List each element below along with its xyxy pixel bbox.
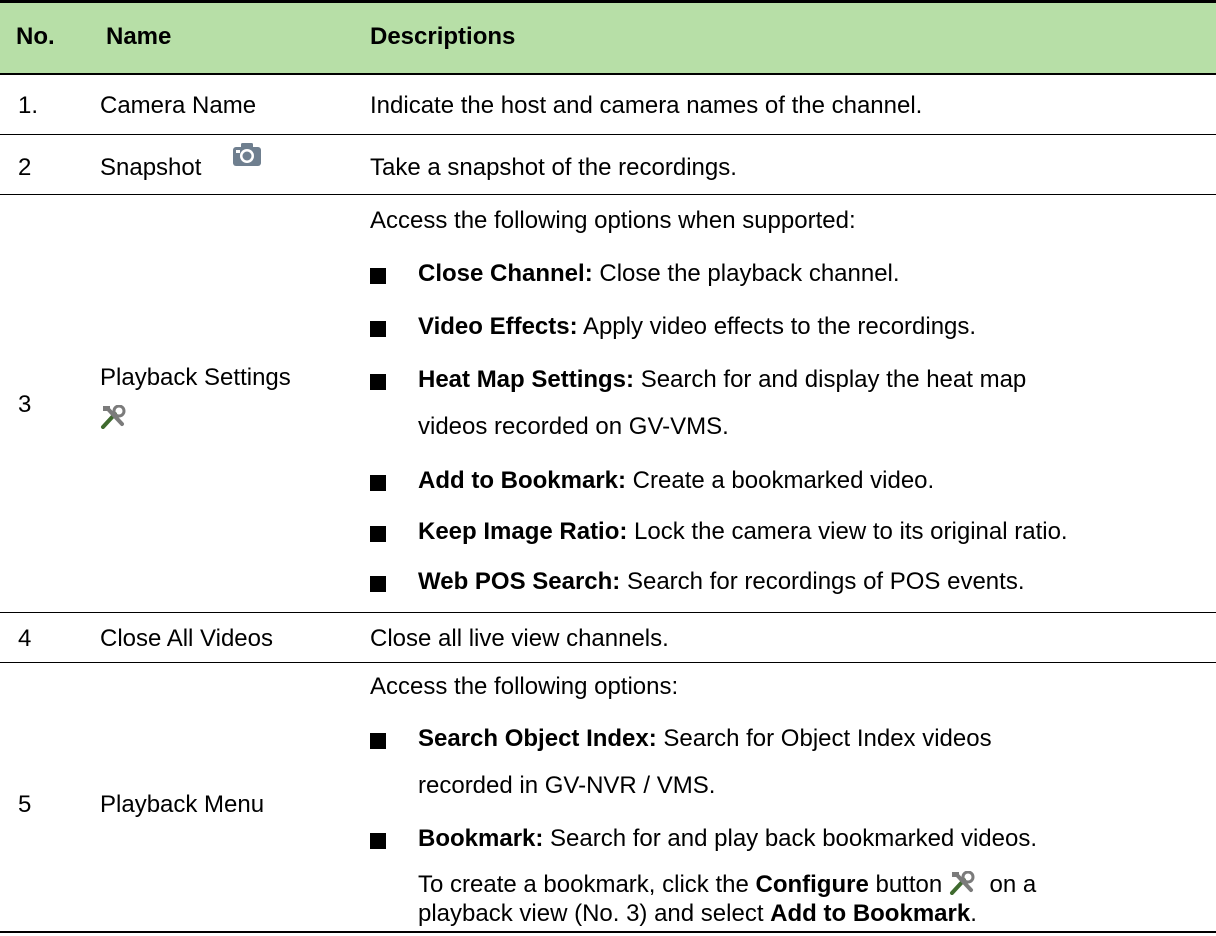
row-name: Camera Name [100, 92, 257, 119]
table-header: No. Name Descriptions [0, 0, 1216, 75]
row-no: 2 [18, 154, 32, 181]
header-name: Name [106, 23, 172, 50]
camera-icon [232, 141, 262, 172]
bullet-icon [370, 833, 386, 849]
list-item: Heat Map Settings: Search for and displa… [418, 366, 1027, 393]
row-description: Indicate the host and camera names of th… [370, 92, 923, 119]
row-name: Playback Settings [100, 364, 291, 391]
bullet-icon [370, 374, 386, 390]
row-name: Close All Videos [100, 625, 273, 652]
header-no: No. [16, 23, 55, 50]
bullet-icon [370, 733, 386, 749]
tools-icon [100, 404, 126, 434]
note-line: To create a bookmark, click the Configur… [418, 870, 1037, 898]
row-no: 4 [18, 625, 32, 652]
row-no: 5 [18, 791, 32, 818]
table-row: 1. Camera Name Indicate the host and cam… [0, 75, 1216, 135]
row-intro: Access the following options: [370, 673, 679, 700]
table-row: 5 Playback Menu Access the following opt… [0, 663, 1216, 933]
list-item: Keep Image Ratio: Lock the camera view t… [418, 518, 1068, 545]
list-item: Bookmark: Search for and play back bookm… [418, 825, 1037, 852]
list-item: Web POS Search: Search for recordings of… [418, 568, 1025, 595]
list-item: Video Effects: Apply video effects to th… [418, 313, 977, 340]
row-description: Close all live view channels. [370, 625, 669, 652]
table-row: 3 Playback Settings Access the following… [0, 195, 1216, 613]
list-item: Add to Bookmark: Create a bookmarked vid… [418, 467, 935, 494]
note-line: playback view (No. 3) and select Add to … [418, 900, 977, 927]
list-item: Search Object Index: Search for Object I… [418, 725, 992, 752]
row-description: Take a snapshot of the recordings. [370, 154, 737, 181]
row-no: 1. [18, 92, 39, 119]
bullet-icon [370, 576, 386, 592]
row-no: 3 [18, 391, 32, 418]
table-row: 4 Close All Videos Close all live view c… [0, 613, 1216, 663]
row-name: Playback Menu [100, 791, 265, 818]
row-intro: Access the following options when suppor… [370, 207, 856, 234]
bullet-icon [370, 321, 386, 337]
tools-icon [949, 870, 983, 895]
table-row: 2 Snapshot Take a snapshot of the record… [0, 135, 1216, 195]
bullet-icon [370, 268, 386, 284]
list-item-continuation: recorded in GV-NVR / VMS. [418, 772, 716, 799]
list-item: Close Channel: Close the playback channe… [418, 260, 900, 287]
list-item-continuation: videos recorded on GV-VMS. [418, 413, 729, 440]
header-descriptions: Descriptions [370, 23, 516, 50]
bullet-icon [370, 526, 386, 542]
bullet-icon [370, 475, 386, 491]
row-name: Snapshot [100, 154, 202, 181]
